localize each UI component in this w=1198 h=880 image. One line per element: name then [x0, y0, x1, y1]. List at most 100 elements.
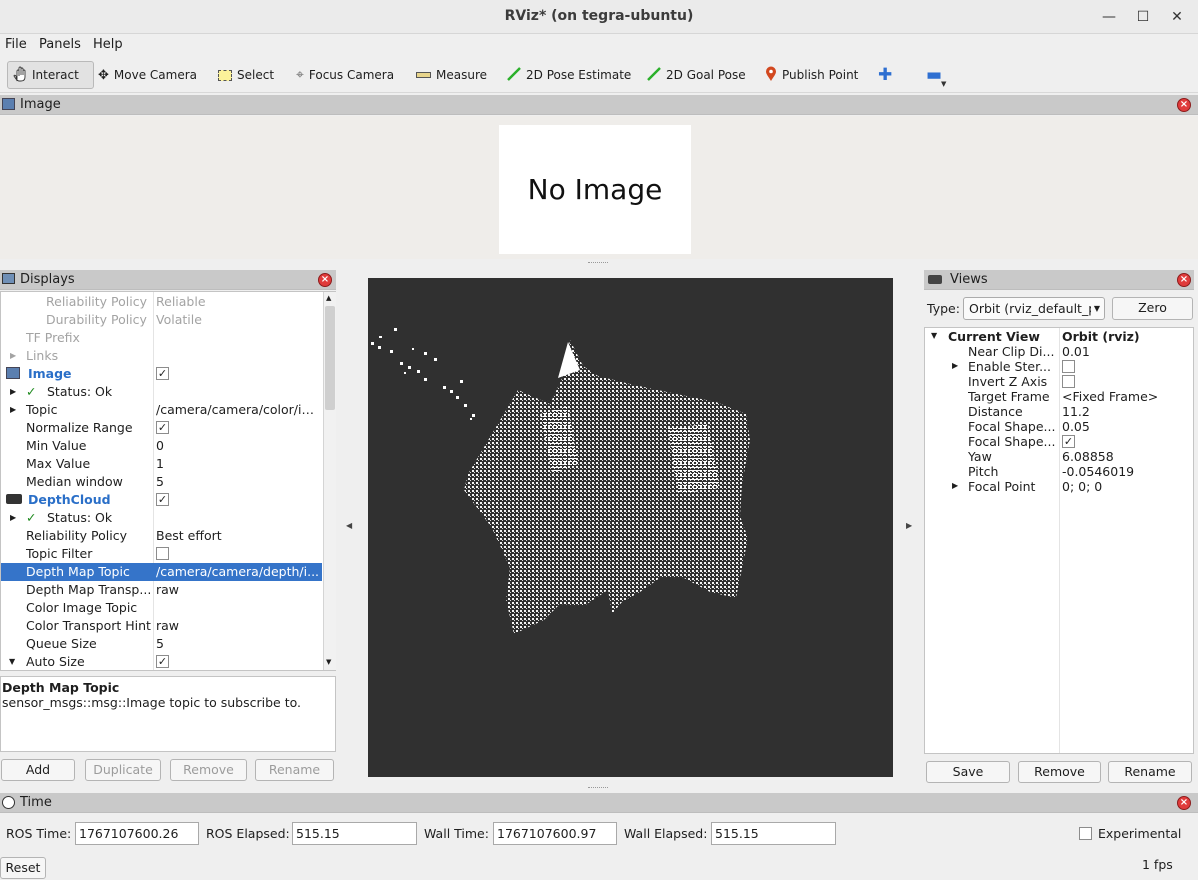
tree-row[interactable]: Reliability Policy Reliable — [1, 293, 322, 311]
auto-size-checkbox[interactable]: ✓ — [156, 655, 169, 668]
view-row-current[interactable]: ▼ Current View Orbit (rviz) — [926, 329, 1194, 344]
2d-pose-estimate-button[interactable]: 2D Pose Estimate — [507, 61, 631, 89]
normalize-range-checkbox[interactable]: ✓ — [156, 421, 169, 434]
remove-tool-icon[interactable]: ▬ — [926, 61, 942, 89]
display-image-row[interactable]: Image ✓ — [1, 365, 322, 383]
displays-scrollbar[interactable]: ▲ ▼ — [323, 292, 336, 670]
monitor-icon — [2, 273, 15, 284]
ros-elapsed-field[interactable]: 515.15 — [292, 822, 417, 845]
tree-row[interactable]: Topic Filter — [1, 545, 322, 563]
tree-row-selected[interactable]: Depth Map Topic/camera/camera/depth/i... — [1, 563, 322, 581]
kinect-icon — [6, 494, 22, 504]
close-time-panel-icon[interactable]: × — [1177, 796, 1191, 810]
depthcloud-enabled-checkbox[interactable]: ✓ — [156, 493, 169, 506]
publish-point-button[interactable]: Publish Point — [765, 61, 858, 89]
view-row[interactable]: Near Clip Di... 0.01 — [926, 344, 1194, 359]
maximize-icon[interactable]: ☐ — [1132, 6, 1154, 28]
dropdown-arrow-icon[interactable]: ▼ — [941, 80, 946, 88]
menu-panels[interactable]: Panels — [39, 37, 81, 52]
move-camera-button[interactable]: ✥ Move Camera — [98, 61, 197, 89]
tree-row[interactable]: Reliability Policy Best effort — [1, 527, 322, 545]
tree-row[interactable]: Color Transport Hint raw — [1, 617, 322, 635]
view-row[interactable]: ▶ Focal Point 0; 0; 0 — [926, 479, 1194, 494]
wall-time-field[interactable]: 1767107600.97 — [493, 822, 617, 845]
measure-button[interactable]: Measure — [416, 61, 487, 89]
collapse-right-icon[interactable]: ▶ — [906, 521, 912, 530]
experimental-checkbox[interactable] — [1079, 827, 1092, 840]
view-row[interactable]: Distance 11.2 — [926, 404, 1194, 419]
minimize-icon[interactable]: — — [1098, 6, 1120, 28]
chevron-down-icon: ▼ — [1090, 298, 1100, 319]
move-icon: ✥ — [98, 67, 109, 83]
rename-display-button[interactable]: Rename — [255, 759, 334, 781]
crosshair-icon: ⌖ — [296, 67, 304, 83]
tree-row[interactable]: Depth Map Transp... raw — [1, 581, 322, 599]
view-row[interactable]: Pitch -0.0546019 — [926, 464, 1194, 479]
zero-button[interactable]: Zero — [1112, 297, 1193, 320]
topic-filter-checkbox[interactable] — [156, 547, 169, 560]
close-icon[interactable]: ✕ — [1166, 6, 1188, 28]
clock-icon — [2, 796, 15, 809]
save-view-button[interactable]: Save — [926, 761, 1010, 783]
menu-file[interactable]: File — [5, 37, 27, 52]
duplicate-display-button[interactable]: Duplicate — [85, 759, 161, 781]
view-row[interactable]: Yaw 6.08858 — [926, 449, 1194, 464]
point-cloud — [371, 328, 750, 634]
remove-display-button[interactable]: Remove — [170, 759, 247, 781]
expand-arrow-icon: ▶ — [952, 361, 959, 370]
remove-view-button[interactable]: Remove — [1018, 761, 1101, 783]
close-views-panel-icon[interactable]: × — [1177, 273, 1191, 287]
select-box-icon — [218, 69, 232, 81]
display-depthcloud-row[interactable]: DepthCloud ✓ — [1, 491, 322, 509]
wall-elapsed-field[interactable]: 515.15 — [711, 822, 836, 845]
tree-row[interactable]: ▶ Topic/camera/camera/color/im... — [1, 401, 322, 419]
add-display-button[interactable]: Add — [1, 759, 75, 781]
splitter-handle[interactable] — [588, 262, 608, 265]
view-row[interactable]: Invert Z Axis — [926, 374, 1194, 389]
expand-arrow-icon: ▶ — [10, 513, 17, 522]
tree-row[interactable]: Queue Size 5 — [1, 635, 322, 653]
view-type-label: Type: — [927, 301, 960, 316]
collapse-arrow-icon: ▼ — [9, 657, 16, 666]
tree-row[interactable]: TF Prefix — [1, 329, 322, 347]
reset-button[interactable]: Reset — [0, 857, 46, 879]
select-button[interactable]: Select — [218, 61, 274, 89]
tree-row[interactable]: Normalize Range ✓ — [1, 419, 322, 437]
camera-icon — [928, 275, 942, 284]
scrollbar-thumb[interactable] — [325, 306, 335, 410]
ros-time-field[interactable]: 1767107600.26 — [75, 822, 199, 845]
interact-button[interactable]: Interact — [7, 61, 94, 89]
tree-row[interactable]: Min Value 0 — [1, 437, 322, 455]
enable-stereo-checkbox[interactable] — [1062, 360, 1075, 373]
checkmark-icon: ✓ — [26, 510, 37, 525]
view-row[interactable]: Focal Shape... 0.05 — [926, 419, 1194, 434]
add-tool-icon[interactable]: ✚ — [878, 61, 892, 89]
collapse-left-icon[interactable]: ◀ — [346, 521, 352, 530]
close-image-panel-icon[interactable]: × — [1177, 98, 1191, 112]
view-row[interactable]: ▶ Enable Ster... — [926, 359, 1194, 374]
tree-row[interactable]: ▶ ✓ Status: Ok — [1, 509, 322, 527]
view-row[interactable]: Focal Shape... ✓ — [926, 434, 1194, 449]
window-title: RViz* (on tegra-ubuntu) — [504, 8, 694, 24]
tree-row[interactable]: Max Value 1 — [1, 455, 322, 473]
tree-row[interactable]: Color Image Topic — [1, 599, 322, 617]
tree-row[interactable]: ▶ Links — [1, 347, 322, 365]
image-enabled-checkbox[interactable]: ✓ — [156, 367, 169, 380]
splitter-handle[interactable] — [588, 787, 608, 790]
invert-z-checkbox[interactable] — [1062, 375, 1075, 388]
render-viewport[interactable] — [368, 278, 893, 777]
scroll-up-icon[interactable]: ▲ — [326, 294, 331, 302]
tree-row[interactable]: Median window 5 — [1, 473, 322, 491]
view-row[interactable]: Target Frame <Fixed Frame> — [926, 389, 1194, 404]
rename-view-button[interactable]: Rename — [1108, 761, 1192, 783]
focus-camera-button[interactable]: ⌖ Focus Camera — [296, 61, 394, 89]
focal-shape-checkbox[interactable]: ✓ — [1062, 435, 1075, 448]
tree-row[interactable]: ▼ Auto Size ✓ — [1, 653, 322, 671]
menu-help[interactable]: Help — [93, 37, 123, 52]
tree-row[interactable]: ▶ ✓ Status: Ok — [1, 383, 322, 401]
scroll-down-icon[interactable]: ▼ — [326, 658, 331, 666]
tree-row[interactable]: Durability Policy Volatile — [1, 311, 322, 329]
close-displays-panel-icon[interactable]: × — [318, 273, 332, 287]
view-type-select[interactable]: Orbit (rviz_default_p ▼ — [963, 297, 1105, 320]
2d-goal-pose-button[interactable]: 2D Goal Pose — [647, 61, 746, 89]
